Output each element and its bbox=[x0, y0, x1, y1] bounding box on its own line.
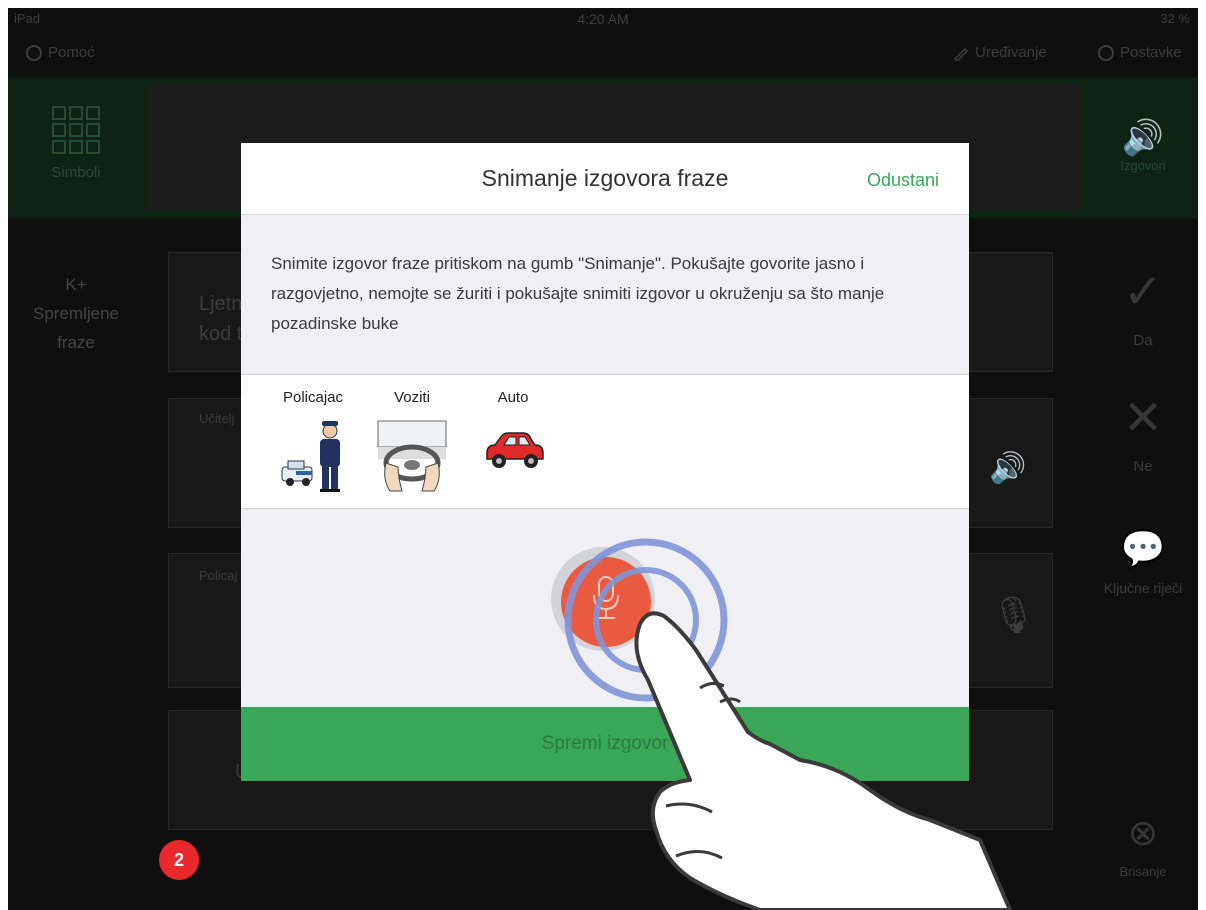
symbols-grid-icon bbox=[52, 106, 100, 154]
right-rail: ✓ Da ✕ Ne 💬 Ključne riječi ⊗ Brisanje bbox=[1088, 218, 1198, 910]
clear-icon: ⊗ bbox=[1127, 812, 1159, 853]
cancel-button[interactable]: Odustani bbox=[867, 170, 939, 191]
clock: 4:20 AM bbox=[577, 11, 629, 27]
phrase-symbols: Policajac Voziti Auto bbox=[241, 375, 969, 509]
driving-icon bbox=[377, 420, 447, 492]
no-label: Ne bbox=[1133, 458, 1153, 475]
speaker-icon: 🔊 bbox=[989, 452, 1027, 485]
keywords-button[interactable]: 💬 Ključne riječi bbox=[1088, 524, 1198, 596]
symbols-label: Simboli bbox=[51, 164, 101, 181]
speak-button[interactable]: 🔊 Izgovori bbox=[1088, 78, 1198, 218]
record-button[interactable] bbox=[561, 557, 651, 647]
no-button[interactable]: ✕ Ne bbox=[1088, 392, 1198, 476]
settings-button[interactable]: Postavke bbox=[1098, 44, 1182, 61]
check-icon: ✓ bbox=[1122, 266, 1164, 319]
microphone-icon bbox=[593, 576, 619, 619]
symbol-label: Policajac bbox=[282, 389, 344, 406]
record-dialog: Snimanje izgovora fraze Odustani Snimite… bbox=[241, 143, 969, 781]
dialog-header: Snimanje izgovora fraze Odustani bbox=[241, 143, 969, 215]
edit-label: Uređivanje bbox=[975, 44, 1047, 61]
yes-button[interactable]: ✓ Da bbox=[1088, 266, 1198, 350]
battery-label: 32 % bbox=[1160, 11, 1190, 26]
clear-button[interactable]: ⊗ Brisanje bbox=[1088, 808, 1198, 879]
chat-bubbles-icon: 💬 bbox=[1120, 528, 1166, 569]
settings-label: Postavke bbox=[1120, 44, 1182, 61]
gear-icon bbox=[1098, 44, 1114, 61]
list-item-label: Policaj bbox=[199, 568, 238, 583]
step-badge: 2 bbox=[159, 840, 199, 880]
symbol-label: Auto bbox=[497, 389, 529, 406]
car-icon bbox=[486, 432, 544, 468]
dialog-title: Snimanje izgovora fraze bbox=[481, 165, 729, 191]
keywords-label: Ključne riječi bbox=[1103, 580, 1183, 596]
speak-label: Izgovori bbox=[1120, 158, 1166, 173]
x-icon: ✕ bbox=[1122, 392, 1164, 445]
saved-phrases-button[interactable]: K+ Spremljene fraze bbox=[8, 270, 144, 357]
symbol-label: Voziti bbox=[394, 389, 430, 406]
edit-button[interactable]: Uređivanje bbox=[953, 44, 1047, 61]
top-nav: Pomoć Uređivanje Postavke bbox=[8, 30, 1198, 76]
mic-icon: 🎙 bbox=[991, 594, 1037, 635]
symbol-car: Auto bbox=[481, 389, 545, 484]
speaker-icon: 🔊 bbox=[1121, 119, 1165, 157]
record-area bbox=[241, 509, 969, 707]
status-bar: iPad 4:20 AM 32 % bbox=[8, 8, 1198, 28]
save-recording-button[interactable]: Spremi izgovor bbox=[241, 707, 969, 781]
help-button[interactable]: Pomoć bbox=[26, 44, 95, 61]
symbols-button[interactable]: Simboli bbox=[8, 78, 144, 218]
help-icon bbox=[26, 44, 42, 61]
help-label: Pomoć bbox=[48, 44, 95, 61]
pencil-icon bbox=[953, 47, 969, 61]
symbol-policeman: Policajac bbox=[275, 389, 351, 498]
list-item-text: Ljetn kod t bbox=[199, 293, 243, 345]
yes-label: Da bbox=[1133, 332, 1153, 349]
save-recording-label: Spremi izgovor bbox=[541, 733, 669, 754]
list-item-label: Učitelj bbox=[199, 411, 235, 426]
symbol-driving: Voziti bbox=[371, 389, 453, 498]
dialog-instructions: Snimite izgovor fraze pritiskom na gumb … bbox=[241, 215, 969, 375]
policeman-icon bbox=[281, 421, 340, 492]
clear-label: Brisanje bbox=[1119, 864, 1167, 879]
